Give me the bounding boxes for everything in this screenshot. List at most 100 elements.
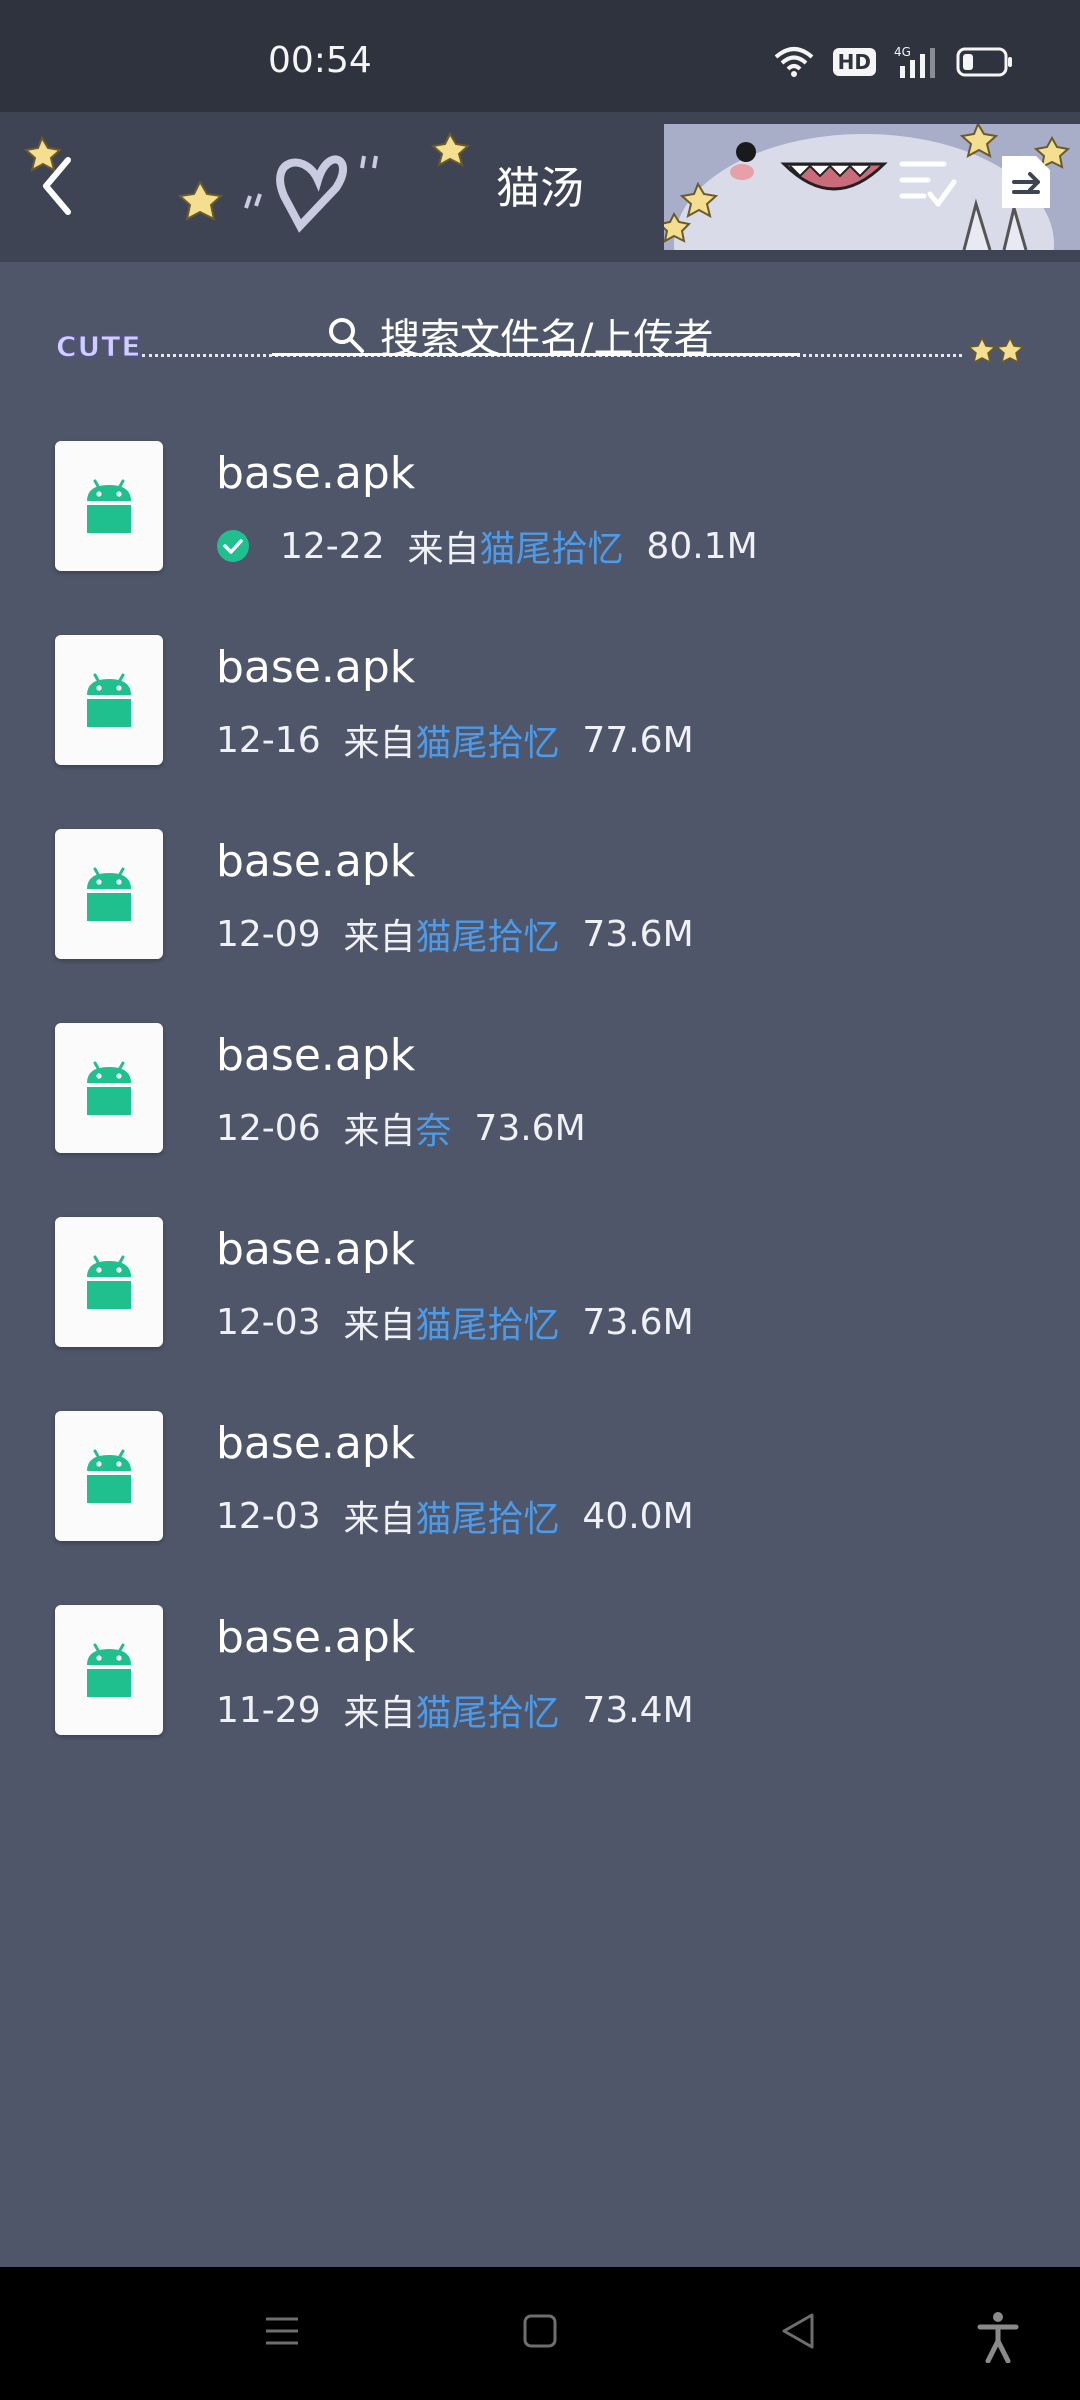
meta-spacer: [385, 526, 408, 567]
file-date: 12-22: [280, 525, 385, 567]
meta-spacer: [321, 1108, 344, 1149]
apk-file-thumbnail: [55, 1217, 163, 1347]
meta-spacer: [321, 1496, 344, 1537]
battery-icon: [956, 47, 1012, 77]
file-name: base.apk: [216, 642, 416, 693]
file-size: 80.1M: [646, 525, 758, 567]
file-size: 73.4M: [582, 1689, 694, 1731]
file-meta: 12-03 来自 猫尾拾忆 40.0M: [216, 1490, 694, 1542]
file-size: 73.6M: [474, 1107, 586, 1149]
file-meta: 12-16 来自 猫尾拾忆 77.6M: [216, 714, 694, 766]
meta-spacer: [560, 720, 583, 761]
star-decoration-icon: [968, 336, 1025, 364]
meta-spacer: [321, 914, 344, 955]
file-list-item[interactable]: base.apk 11-29 来自 猫尾拾忆 73.4M: [0, 1600, 1080, 1794]
file-date: 12-09: [216, 913, 321, 955]
file-list-item[interactable]: base.apk 12-06 来自 奈 73.6M: [0, 1018, 1080, 1212]
wifi-icon: [774, 47, 813, 77]
downloaded-check-icon: [217, 530, 249, 562]
file-date: 12-16: [216, 719, 321, 761]
status-icons: HD 4G: [773, 44, 1014, 80]
search-field[interactable]: 搜索文件名/上传者: [326, 306, 713, 364]
search-bar[interactable]: CUTE 搜索文件名/上传者: [56, 298, 1036, 376]
file-size: 77.6M: [582, 719, 694, 761]
uploader-link[interactable]: 猫尾拾忆: [416, 714, 560, 766]
file-meta: 12-09 来自 猫尾拾忆 73.6M: [216, 908, 694, 960]
status-bar: 00:54 HD 4G: [0, 0, 1080, 112]
meta-spacer: [560, 1690, 583, 1731]
system-nav-bar: [0, 2267, 1080, 2400]
app-header: 猫汤: [0, 112, 1080, 262]
uploader-link[interactable]: 猫尾拾忆: [480, 520, 624, 572]
file-source-label: 来自: [343, 917, 416, 958]
file-name: base.apk: [216, 1030, 416, 1081]
android-icon: [87, 1061, 131, 1115]
file-meta: 11-29 来自 猫尾拾忆 73.4M: [216, 1684, 694, 1736]
accessibility-icon[interactable]: [976, 2311, 1020, 2363]
meta-spacer: [560, 1496, 583, 1537]
uploader-link[interactable]: 猫尾拾忆: [416, 1296, 560, 1348]
file-source-label: 来自: [343, 723, 416, 764]
network-label: 4G: [894, 45, 911, 59]
apk-file-thumbnail: [55, 635, 163, 765]
search-icon: [329, 318, 364, 353]
file-name: base.apk: [216, 1418, 416, 1469]
apk-file-thumbnail: [55, 829, 163, 959]
uploader-link[interactable]: 奈: [416, 1102, 452, 1154]
apk-file-thumbnail: [55, 1605, 163, 1735]
file-list-item[interactable]: base.apk 12-22 来自 猫尾拾忆 80.1M: [0, 436, 1080, 630]
uploader-link[interactable]: 猫尾拾忆: [416, 908, 560, 960]
file-name: base.apk: [216, 1612, 416, 1663]
file-meta: 12-03 来自 猫尾拾忆 73.6M: [216, 1296, 694, 1348]
file-list-item[interactable]: base.apk 12-03 来自 猫尾拾忆 40.0M: [0, 1406, 1080, 1600]
file-list-item[interactable]: base.apk 12-09 来自 猫尾拾忆 73.6M: [0, 824, 1080, 1018]
upload-file-icon[interactable]: [996, 152, 1056, 212]
status-time: 00:54: [268, 40, 372, 81]
android-icon: [87, 1449, 131, 1503]
apk-file-thumbnail: [55, 1023, 163, 1153]
file-source-label: 来自: [343, 1111, 416, 1152]
meta-spacer: [452, 1108, 475, 1149]
android-icon: [87, 673, 131, 727]
file-meta: 12-06 来自 奈 73.6M: [216, 1102, 586, 1154]
search-input[interactable]: 搜索文件名/上传者: [380, 306, 713, 364]
android-icon: [87, 867, 131, 921]
file-date: 12-03: [216, 1301, 321, 1343]
file-size: 73.6M: [582, 1301, 694, 1343]
file-source-label: 来自: [343, 1305, 416, 1346]
uploader-link[interactable]: 猫尾拾忆: [416, 1684, 560, 1736]
file-source-label: 来自: [407, 529, 480, 570]
file-date: 12-06: [216, 1107, 321, 1149]
menu-icon[interactable]: [262, 2311, 302, 2351]
home-icon[interactable]: [520, 2311, 560, 2351]
meta-spacer: [321, 720, 344, 761]
file-size: 73.6M: [582, 913, 694, 955]
signal-icon: 4G: [894, 45, 935, 78]
android-icon: [87, 1643, 131, 1697]
list-check-icon[interactable]: [898, 152, 958, 212]
file-meta: 12-22 来自 猫尾拾忆 80.1M: [216, 520, 758, 572]
file-list-item[interactable]: base.apk 12-03 来自 猫尾拾忆 73.6M: [0, 1212, 1080, 1406]
file-list-item[interactable]: base.apk 12-16 来自 猫尾拾忆 77.6M: [0, 630, 1080, 824]
meta-spacer: [560, 1302, 583, 1343]
back-nav-icon[interactable]: [778, 2311, 818, 2351]
uploader-link[interactable]: 猫尾拾忆: [416, 1490, 560, 1542]
meta-spacer: [321, 1302, 344, 1343]
file-source-label: 来自: [343, 1693, 416, 1734]
file-date: 12-03: [216, 1495, 321, 1537]
android-icon: [87, 479, 131, 533]
file-list: base.apk 12-22 来自 猫尾拾忆 80.1M base.apk 12…: [0, 436, 1080, 1794]
meta-spacer: [560, 914, 583, 955]
apk-file-thumbnail: [55, 441, 163, 571]
android-icon: [87, 1255, 131, 1309]
meta-spacer: [624, 526, 647, 567]
hd-badge: HD: [832, 48, 876, 76]
meta-spacer: [321, 1690, 344, 1731]
file-size: 40.0M: [582, 1495, 694, 1537]
file-date: 11-29: [216, 1689, 321, 1731]
file-name: base.apk: [216, 836, 416, 887]
file-source-label: 来自: [343, 1499, 416, 1540]
cute-badge: CUTE: [56, 330, 142, 364]
apk-file-thumbnail: [55, 1411, 163, 1541]
file-name: base.apk: [216, 1224, 416, 1275]
